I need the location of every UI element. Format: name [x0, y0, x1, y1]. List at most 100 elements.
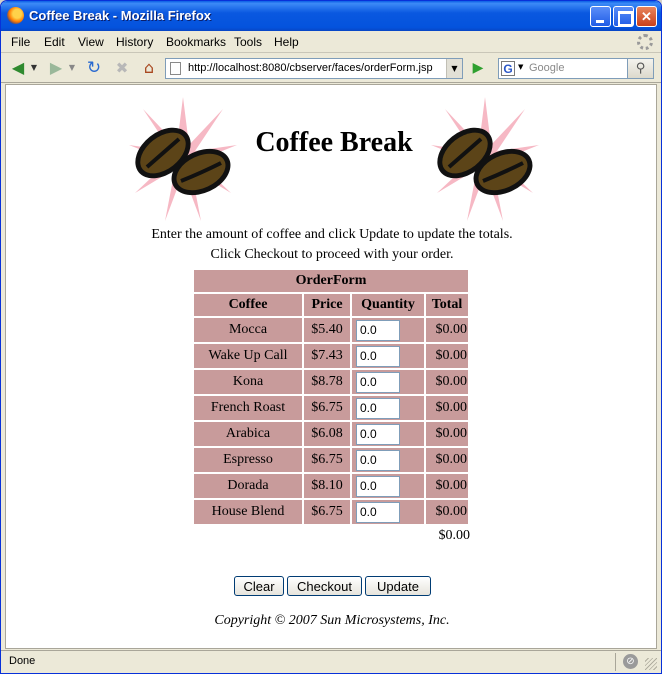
coffee-name: Espresso: [194, 448, 302, 472]
navigation-toolbar: ◀ ▼ ▶ ▼ ↻ ✖ ⌂ http://localhost:8080/cbse…: [1, 53, 661, 83]
order-form-table: OrderForm Coffee Price Quantity Total Mo…: [192, 268, 470, 526]
url-bar[interactable]: http://localhost:8080/cbserver/faces/ord…: [165, 58, 463, 79]
row-total: $0.00: [426, 474, 468, 498]
instructions-line-2: Click Checkout to proceed with your orde…: [210, 247, 454, 262]
coffee-price: $8.10: [304, 474, 350, 498]
quantity-cell: [352, 474, 424, 498]
table-row: Kona $8.78 $0.00: [194, 370, 468, 394]
back-history-dropdown-icon[interactable]: ▼: [29, 57, 39, 79]
menu-edit[interactable]: Edit: [44, 35, 65, 49]
home-icon[interactable]: ⌂: [138, 57, 160, 79]
minimize-button[interactable]: [590, 6, 611, 27]
clear-button[interactable]: Clear: [234, 576, 284, 596]
quantity-input[interactable]: [356, 319, 400, 341]
table-row: House Blend $6.75 $0.00: [194, 500, 468, 524]
coffee-price: $6.75: [304, 448, 350, 472]
back-arrow-icon[interactable]: ◀: [7, 57, 29, 79]
coffee-price: $6.08: [304, 422, 350, 446]
coffee-name: Mocca: [194, 318, 302, 342]
row-total: $0.00: [426, 318, 468, 342]
menu-help[interactable]: Help: [274, 35, 299, 49]
quantity-cell: [352, 396, 424, 420]
coffee-price: $6.75: [304, 500, 350, 524]
quantity-input[interactable]: [356, 371, 400, 393]
menu-bar: File Edit View History Bookmarks Tools H…: [1, 31, 661, 53]
url-dropdown-icon[interactable]: ▼: [446, 59, 462, 78]
checkout-button[interactable]: Checkout: [287, 576, 362, 596]
status-text: Done: [9, 655, 36, 667]
coffee-price: $8.78: [304, 370, 350, 394]
table-row: Mocca $5.40 $0.00: [194, 318, 468, 342]
quantity-cell: [352, 422, 424, 446]
row-total: $0.00: [426, 448, 468, 472]
row-total: $0.00: [426, 500, 468, 524]
grand-total: $0.00: [438, 528, 471, 543]
forward-history-dropdown-icon[interactable]: ▼: [67, 57, 77, 79]
menu-bookmarks[interactable]: Bookmarks: [166, 35, 226, 49]
row-total: $0.00: [426, 396, 468, 420]
coffee-beans-logo-left-icon: [129, 97, 237, 221]
coffee-beans-logo-right-icon: [431, 97, 539, 221]
window-title: Coffee Break - Mozilla Firefox: [29, 8, 212, 23]
security-status-icon[interactable]: ⊘: [623, 654, 638, 669]
reload-icon[interactable]: ↻: [83, 57, 105, 79]
header-coffee: Coffee: [194, 294, 302, 316]
search-engine-icon[interactable]: G: [501, 61, 515, 76]
quantity-cell: [352, 500, 424, 524]
coffee-price: $5.40: [304, 318, 350, 342]
page-content: Coffee Break Enter the amount of coffee …: [5, 84, 657, 649]
search-box[interactable]: G ▼ Google: [498, 58, 628, 79]
coffee-name: Dorada: [194, 474, 302, 498]
coffee-name: Arabica: [194, 422, 302, 446]
browser-window: Coffee Break - Mozilla Firefox File Edit…: [0, 0, 662, 674]
quantity-input[interactable]: [356, 345, 400, 367]
coffee-price: $7.43: [304, 344, 350, 368]
resize-grip-icon[interactable]: [645, 658, 657, 670]
row-total: $0.00: [426, 422, 468, 446]
copyright-notice: Copyright © 2007 Sun Microsystems, Inc.: [214, 613, 450, 628]
quantity-cell: [352, 344, 424, 368]
status-divider: [615, 653, 616, 671]
maximize-button[interactable]: [613, 6, 634, 27]
quantity-input[interactable]: [356, 449, 400, 471]
stop-icon[interactable]: ✖: [111, 57, 133, 79]
firefox-logo-icon: [7, 7, 24, 24]
coffee-name: French Roast: [194, 396, 302, 420]
header-price: Price: [304, 294, 350, 316]
row-total: $0.00: [426, 370, 468, 394]
coffee-name: House Blend: [194, 500, 302, 524]
quantity-input[interactable]: [356, 475, 400, 497]
quantity-cell: [352, 448, 424, 472]
table-row: Dorada $8.10 $0.00: [194, 474, 468, 498]
quantity-input[interactable]: [356, 501, 400, 523]
search-engine-dropdown-icon[interactable]: ▼: [518, 63, 523, 71]
table-row: Espresso $6.75 $0.00: [194, 448, 468, 472]
menu-tools[interactable]: Tools: [234, 35, 262, 49]
quantity-input[interactable]: [356, 423, 400, 445]
search-magnifier-icon[interactable]: ⚲: [628, 58, 654, 79]
instructions: Enter the amount of coffee and click Upd…: [6, 225, 658, 265]
page-title: Coffee Break: [255, 127, 413, 158]
header-quantity: Quantity: [352, 294, 424, 316]
title-bar[interactable]: Coffee Break - Mozilla Firefox: [1, 1, 661, 31]
close-button[interactable]: [636, 6, 657, 27]
table-row: French Roast $6.75 $0.00: [194, 396, 468, 420]
coffee-price: $6.75: [304, 396, 350, 420]
table-caption: OrderForm: [194, 270, 468, 292]
url-text[interactable]: http://localhost:8080/cbserver/faces/ord…: [188, 62, 433, 74]
menu-view[interactable]: View: [78, 35, 104, 49]
table-row: Wake Up Call $7.43 $0.00: [194, 344, 468, 368]
page-icon: [170, 62, 181, 75]
coffee-name: Wake Up Call: [194, 344, 302, 368]
menu-history[interactable]: History: [116, 35, 153, 49]
quantity-cell: [352, 318, 424, 342]
quantity-input[interactable]: [356, 397, 400, 419]
header-total: Total: [426, 294, 468, 316]
instructions-line-1: Enter the amount of coffee and click Upd…: [151, 227, 513, 242]
update-button[interactable]: Update: [365, 576, 431, 596]
search-input[interactable]: Google: [529, 62, 564, 74]
go-arrow-icon[interactable]: ▶: [467, 57, 489, 79]
quantity-cell: [352, 370, 424, 394]
forward-arrow-icon[interactable]: ▶: [45, 57, 67, 79]
menu-file[interactable]: File: [11, 35, 30, 49]
